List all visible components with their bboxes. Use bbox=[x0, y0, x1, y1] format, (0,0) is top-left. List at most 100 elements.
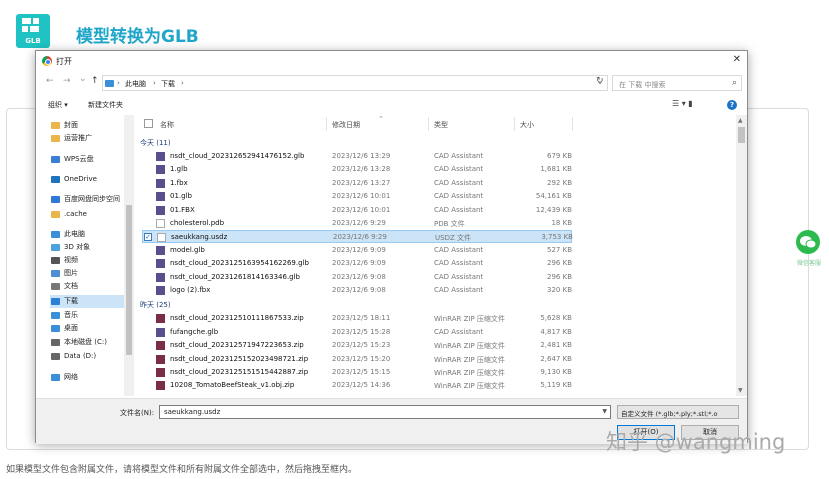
refresh-button[interactable]: ↻ bbox=[596, 76, 604, 86]
file-row[interactable]: nsdt_cloud_20231251515154​42887.zip 2023/… bbox=[142, 366, 572, 379]
sidebar-item[interactable]: 封面 bbox=[50, 119, 124, 132]
column-size[interactable]: 大小 bbox=[520, 120, 534, 130]
file-row[interactable]: ✓ saeukkang.usdz 2023/12/6 9:29 USDZ 文件 3,75… bbox=[142, 230, 573, 244]
scrollbar-thumb[interactable] bbox=[738, 127, 745, 143]
sidebar-item[interactable]: 文档 bbox=[50, 280, 124, 293]
file-row[interactable]: 01.glb 2023/12/6 10:01 CAD Assistant 54,161… bbox=[142, 190, 572, 203]
search-input[interactable]: 在 下载 中搜索 ⌕ bbox=[612, 75, 742, 91]
sidebar-item[interactable]: WPS云盘 bbox=[50, 153, 124, 166]
file-name: fufangche.glb bbox=[170, 327, 219, 336]
column-divider[interactable] bbox=[326, 117, 327, 131]
row-checkbox[interactable]: ✓ bbox=[144, 233, 152, 242]
file-type: USDZ 文件 bbox=[435, 234, 471, 243]
file-row[interactable]: nsdt_cloud_202312652941476152.glb 2023/12… bbox=[142, 150, 572, 163]
group-header[interactable]: 今天 (11) bbox=[140, 138, 171, 148]
sidebar-item[interactable]: .cache bbox=[50, 208, 124, 221]
view-options-icon[interactable]: ☰ ▾ ▮ bbox=[672, 99, 693, 108]
file-row[interactable]: 1.fbx 2023/12/6 13:27 CAD Assistant 292 KB bbox=[142, 177, 572, 190]
file-row[interactable]: nsdt_cloud_2023125101118​67533.zip 2023/1… bbox=[142, 312, 572, 325]
sidebar-item-label: Data (D:) bbox=[64, 352, 97, 360]
column-date[interactable]: 修改日期 bbox=[332, 120, 360, 130]
cad-file-icon bbox=[156, 259, 165, 269]
file-row[interactable]: nsdt_cloud_20231251639541​62269.glb 2023/… bbox=[142, 257, 572, 270]
sidebar-item[interactable]: 网络 bbox=[50, 371, 124, 384]
download-icon bbox=[51, 298, 60, 305]
file-row[interactable]: 1.glb 2023/12/6 13:28 CAD Assistant 1,681 K… bbox=[142, 163, 572, 176]
sidebar-item[interactable]: OneDrive bbox=[50, 173, 124, 186]
sidebar-item[interactable]: Data (D:) bbox=[50, 350, 124, 363]
sidebar-item[interactable]: 3D 对象 bbox=[50, 241, 124, 254]
picture-icon bbox=[51, 270, 60, 277]
file-type: CAD Assistant bbox=[434, 178, 484, 187]
forward-button[interactable]: → bbox=[63, 76, 71, 86]
sidebar-item-label: 音乐 bbox=[64, 311, 78, 319]
file-row[interactable]: nsdt_cloud_202312618141633​46.glb 2023/12… bbox=[142, 271, 572, 284]
breadcrumb-sep: › bbox=[153, 79, 156, 87]
sidebar-item[interactable]: 桌面 bbox=[50, 322, 124, 335]
music-icon bbox=[51, 312, 60, 319]
breadcrumb-this-pc[interactable]: 此电脑 bbox=[125, 79, 146, 89]
file-date: 2023/12/5 15:28 bbox=[332, 327, 391, 336]
sidebar-item[interactable]: 下载 bbox=[50, 295, 124, 308]
scroll-up-icon[interactable]: ▲ bbox=[738, 117, 743, 124]
file-type: CAD Assistant bbox=[434, 327, 484, 336]
filename-input[interactable]: saeukkang.usdz ▼ bbox=[159, 405, 611, 419]
file-type: WinRAR ZIP 压缩文件 bbox=[434, 315, 505, 324]
file-name: 1.glb bbox=[170, 165, 188, 174]
file-name: nsdt_cloud_2023125101118​67533.zip bbox=[170, 314, 304, 323]
command-bar: 组织 ▾ 新建文件夹 ☰ ▾ ▮ ? bbox=[36, 96, 747, 114]
scrollbar-thumb[interactable] bbox=[126, 205, 132, 355]
cube-icon bbox=[51, 244, 60, 251]
help-icon[interactable]: ? bbox=[727, 100, 737, 110]
group-header[interactable]: 昨天 (25) bbox=[140, 300, 171, 310]
file-row[interactable]: nsdt_cloud_2023125719472​23653.zip 2023/1… bbox=[142, 339, 572, 352]
cad-file-icon bbox=[156, 272, 165, 282]
sidebar-item[interactable]: 百度网盘同步空间 bbox=[50, 193, 124, 206]
sidebar-item[interactable]: 此电脑 bbox=[50, 228, 124, 241]
file-row[interactable]: 10208_TomatoBeefSteak_v1.obj.zip 2023/12/… bbox=[142, 379, 572, 392]
sidebar-item-label: 3D 对象 bbox=[64, 243, 91, 251]
file-row[interactable]: logo (2).fbx 2023/12/6 9:08 CAD Assistant 3… bbox=[142, 284, 572, 297]
file-row[interactable]: nsdt_cloud_2023125152023​498721.zip 2023/… bbox=[142, 353, 572, 366]
sidebar-item[interactable]: 音乐 bbox=[50, 309, 124, 322]
scroll-down-icon[interactable]: ▼ bbox=[738, 387, 743, 394]
breadcrumb-downloads[interactable]: 下载 bbox=[161, 79, 175, 89]
select-all-checkbox[interactable] bbox=[144, 119, 153, 128]
chevron-down-icon[interactable]: ▼ bbox=[602, 408, 607, 415]
close-button[interactable]: ✕ bbox=[733, 54, 741, 65]
blank-file-icon bbox=[156, 219, 165, 228]
column-name[interactable]: 名称 bbox=[160, 120, 174, 130]
file-list-scrollbar[interactable]: ▲ ▼ bbox=[736, 115, 747, 396]
sidebar-item-label: 运营推广 bbox=[64, 134, 92, 142]
file-name: model.glb bbox=[170, 245, 205, 254]
file-row[interactable]: model.glb 2023/12/6 9:09 CAD Assistant 527 … bbox=[142, 244, 572, 257]
address-bar[interactable]: › 此电脑 › 下载 › ⌄ bbox=[102, 75, 608, 91]
file-type-filter-select[interactable]: 自定义文件 (*.glb;*.ply;*.stl;*.o bbox=[617, 405, 739, 419]
navigation-scrollbar[interactable] bbox=[124, 115, 134, 396]
column-divider[interactable] bbox=[572, 117, 573, 131]
file-size: 679 KB bbox=[547, 152, 572, 160]
recent-locations-button[interactable]: ⌄ bbox=[79, 74, 87, 84]
sidebar-item-label: OneDrive bbox=[64, 175, 97, 183]
back-button[interactable]: ← bbox=[46, 76, 54, 86]
up-button[interactable]: ↑ bbox=[91, 76, 99, 86]
new-folder-button[interactable]: 新建文件夹 bbox=[88, 100, 123, 110]
column-divider[interactable] bbox=[428, 117, 429, 131]
column-divider[interactable] bbox=[514, 117, 515, 131]
sidebar-item[interactable]: 视频 bbox=[50, 254, 124, 267]
sidebar-item[interactable]: 图片 bbox=[50, 267, 124, 280]
file-date: 2023/12/6 9:09 bbox=[332, 259, 386, 268]
file-list: 名称 修改日期 ⌃ 类型 大小 今天 (11) nsdt_cloud_202312… bbox=[136, 115, 734, 396]
file-row[interactable]: 01.FBX 2023/12/6 10:01 CAD Assistant 12,439… bbox=[142, 204, 572, 217]
file-date: 2023/12/6 13:27 bbox=[332, 178, 391, 187]
file-row[interactable]: cholesterol.pdb 2023/12/6 9:29 PDB 文件 18 KB bbox=[142, 217, 572, 230]
group-header-label: 今天 (11) bbox=[140, 139, 171, 147]
drive-icon bbox=[51, 339, 60, 346]
sidebar-item[interactable]: 运营推广 bbox=[50, 132, 124, 145]
wechat-service-button[interactable] bbox=[796, 230, 820, 254]
breadcrumb-sep: › bbox=[181, 79, 184, 87]
sidebar-item[interactable]: 本地磁盘 (C:) bbox=[50, 336, 124, 349]
column-type[interactable]: 类型 bbox=[434, 120, 448, 130]
file-row[interactable]: fufangche.glb 2023/12/5 15:28 CAD Assistan… bbox=[142, 326, 572, 339]
organize-menu[interactable]: 组织 ▾ bbox=[48, 100, 68, 110]
